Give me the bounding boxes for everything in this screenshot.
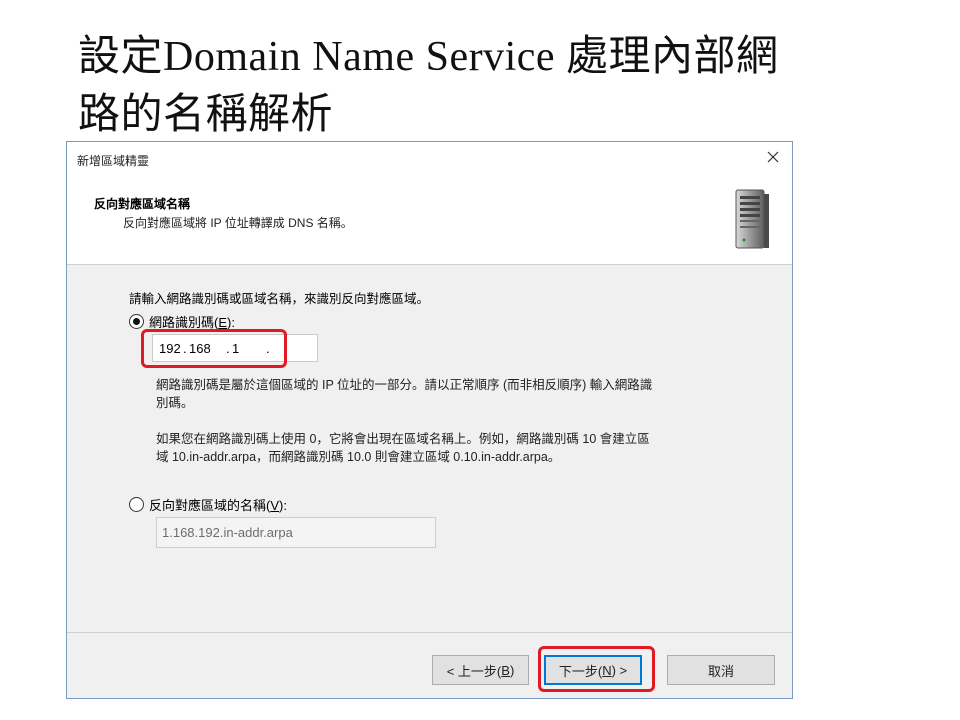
close-icon[interactable] bbox=[764, 148, 782, 166]
next-button[interactable]: 下一步(N) > bbox=[544, 655, 642, 685]
zone-name-label: 反向對應區域的名稱(V): bbox=[149, 498, 287, 513]
server-icon bbox=[730, 186, 774, 255]
back-button[interactable]: < 上一步(B) bbox=[432, 655, 529, 685]
dialog-titlebar: 新增區域精靈 bbox=[67, 142, 792, 176]
cancel-button[interactable]: 取消 bbox=[667, 655, 775, 685]
ip-octet-1[interactable]: 192 bbox=[159, 341, 183, 356]
wizard-header: 反向對應區域名稱 反向對應區域將 IP 位址轉譯成 DNS 名稱。 bbox=[67, 176, 792, 265]
network-id-radio[interactable]: 網路識別碼(E): bbox=[129, 312, 235, 331]
new-zone-wizard-dialog: 新增區域精靈 反向對應區域名稱 反向對應區域將 IP 位址轉譯成 DNS 名稱。 bbox=[66, 141, 793, 699]
wizard-page-title: 反向對應區域名稱 bbox=[94, 197, 191, 211]
zone-name-radio[interactable]: 反向對應區域的名稱(V): bbox=[129, 495, 287, 514]
dialog-title: 新增區域精靈 bbox=[77, 154, 150, 168]
help-text-1: 網路識別碼是屬於這個區域的 IP 位址的一部分。請以正常順序 (而非相反順序) … bbox=[156, 378, 653, 410]
radio-indicator[interactable] bbox=[129, 314, 144, 329]
instruction-text: 請輸入網路識別碼或區域名稱，來識別反向對應區域。 bbox=[129, 292, 430, 306]
wizard-body: 請輸入網路識別碼或區域名稱，來識別反向對應區域。 網路識別碼(E): 192 .… bbox=[67, 266, 792, 632]
help-text-2: 如果您在網路識別碼上使用 0，它將會出現在區域名稱上。例如，網路識別碼 10 會… bbox=[156, 432, 650, 464]
zone-name-input[interactable]: 1.168.192.in-addr.arpa bbox=[156, 517, 436, 548]
slide-title-line2: 路的名稱解析 bbox=[78, 92, 334, 138]
ip-octet-3[interactable]: 1 bbox=[232, 341, 266, 356]
network-id-label: 網路識別碼(E): bbox=[149, 315, 235, 330]
slide-title-line1: 設定Domain Name Service 處理內部網 bbox=[78, 34, 779, 80]
wizard-footer: < 上一步(B) 下一步(N) > 取消 bbox=[67, 632, 792, 698]
network-id-input[interactable]: 192 . 168 . 1 . bbox=[152, 334, 318, 362]
slide-title: 設定Domain Name Service 處理內部網 路的名稱解析 bbox=[78, 28, 878, 144]
radio-indicator[interactable] bbox=[129, 497, 144, 512]
wizard-page-description: 反向對應區域將 IP 位址轉譯成 DNS 名稱。 bbox=[123, 216, 353, 230]
ip-octet-2[interactable]: 168 bbox=[189, 341, 226, 356]
